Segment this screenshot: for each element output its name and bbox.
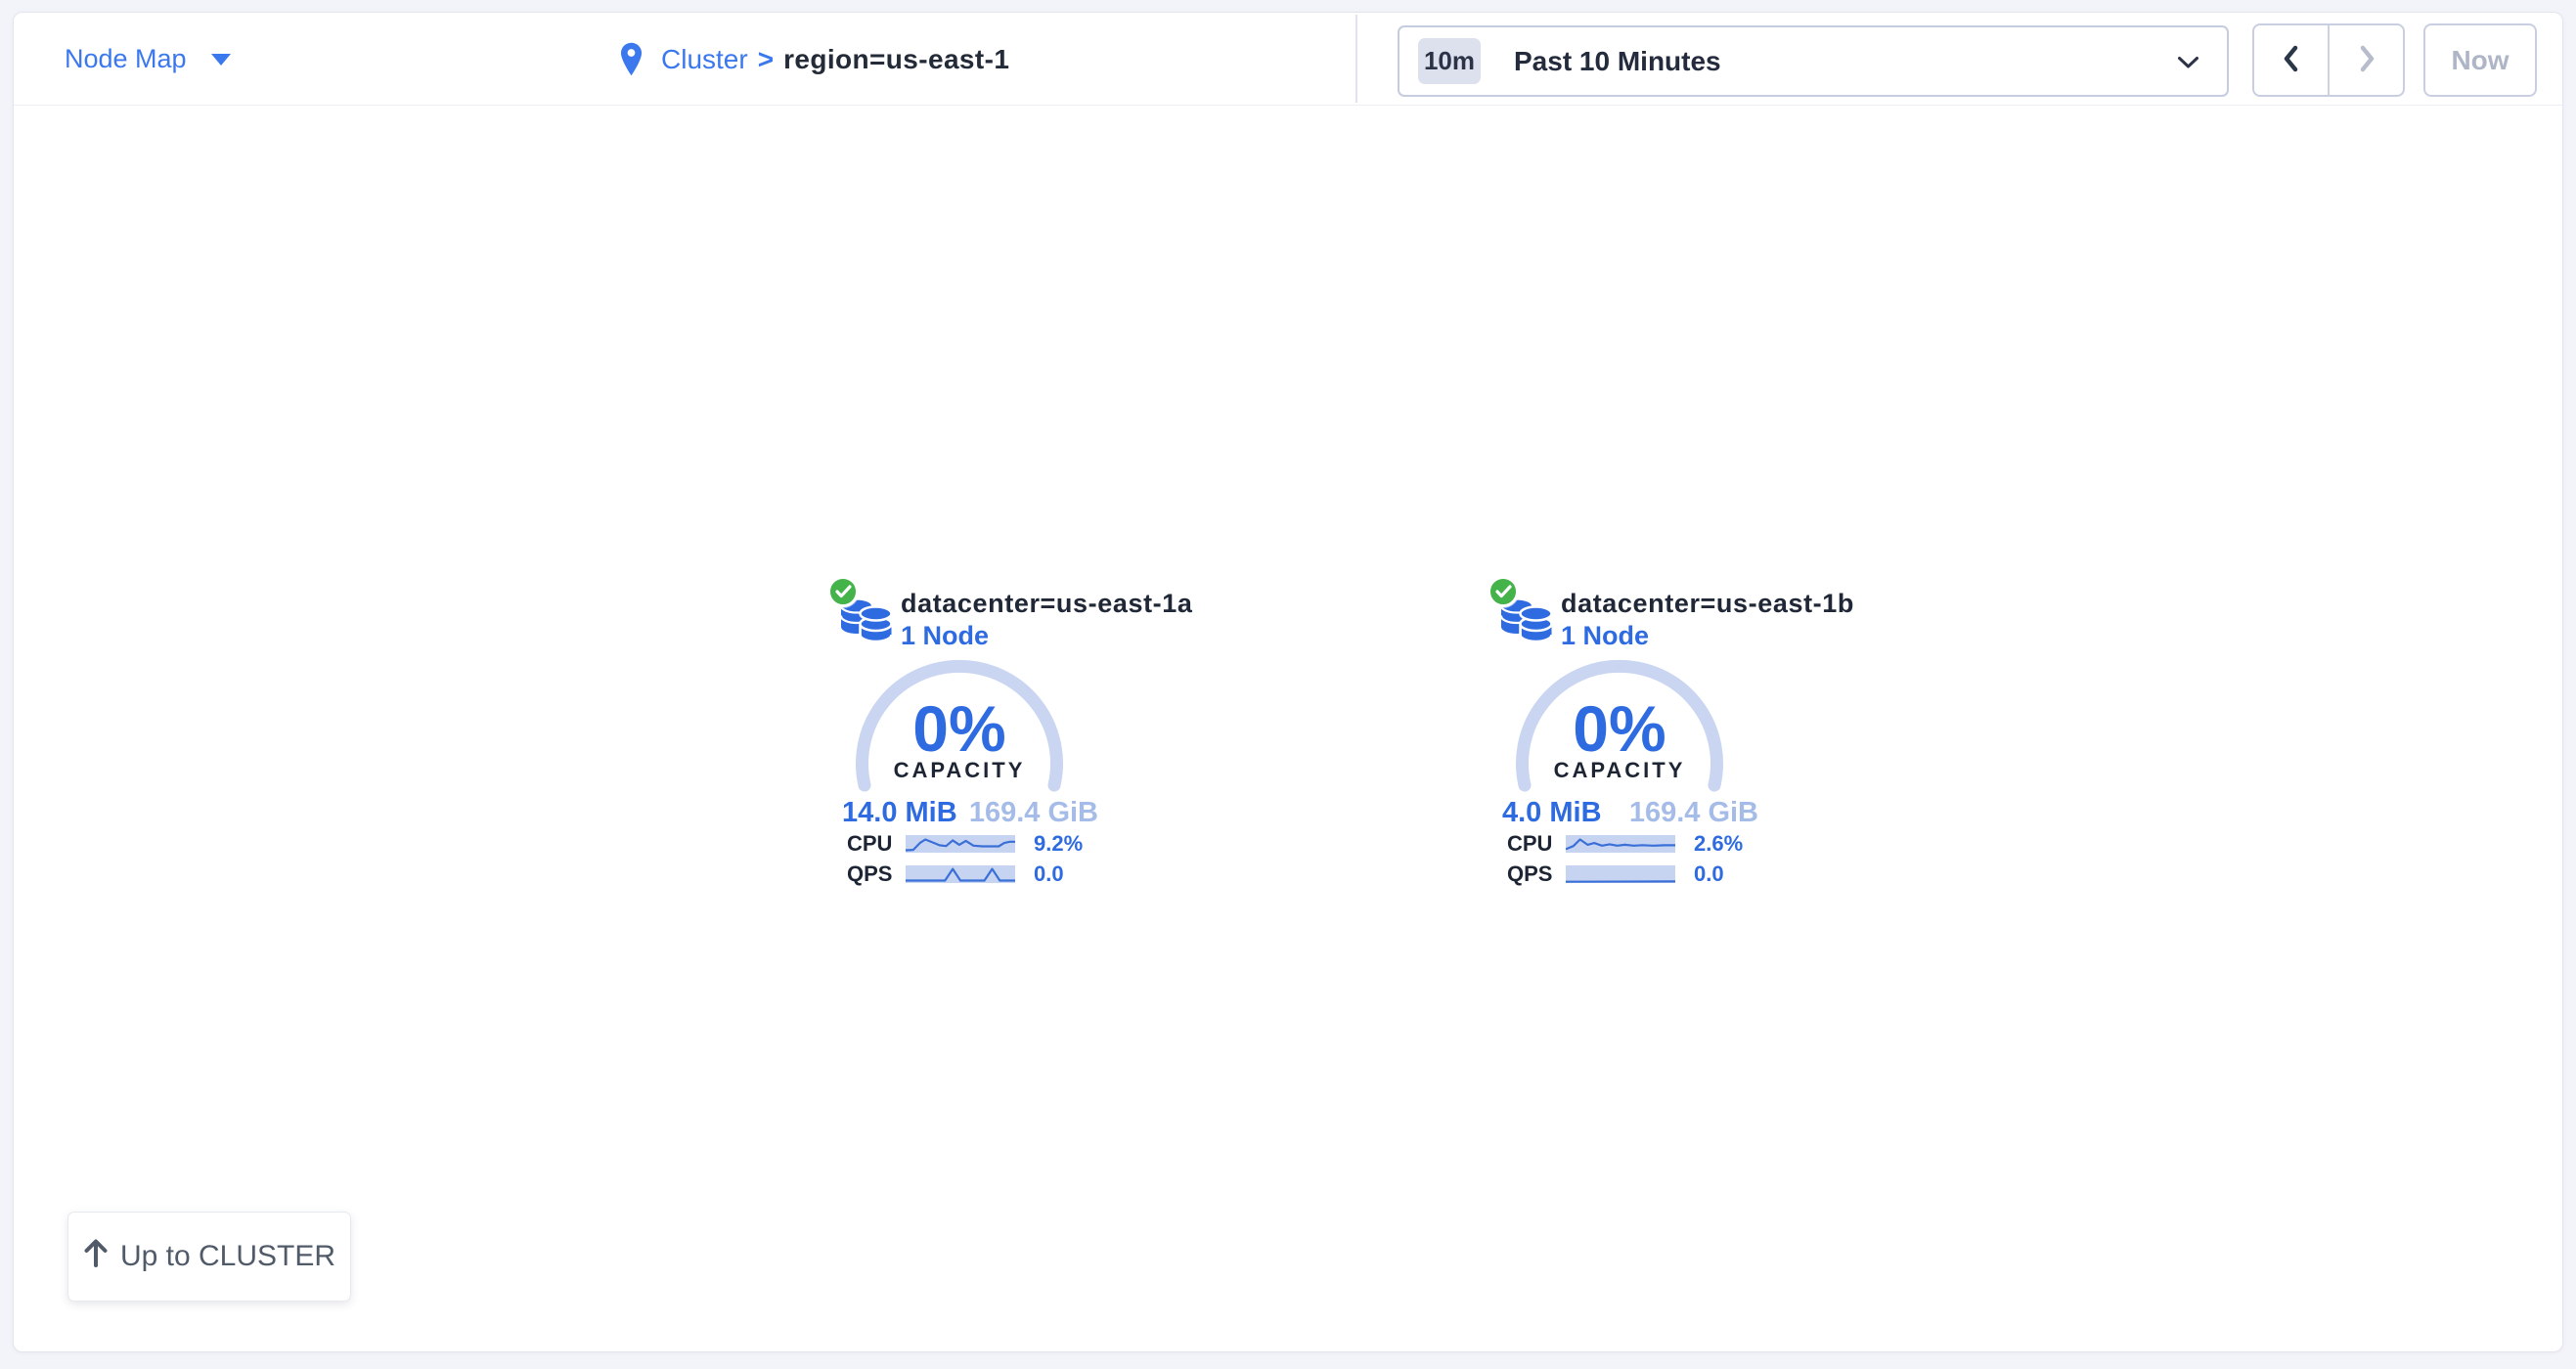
now-button[interactable]: Now [2423,23,2537,97]
capacity-used: 14.0 MiB [842,797,957,829]
locality-card-us-east-1a[interactable]: datacenter=us-east-1a 1 Node 0% CAPACITY… [822,576,1175,901]
qps-sparkline [1566,865,1675,883]
qps-metric-row: QPS 0.0 [847,864,1064,884]
locality-card-us-east-1b[interactable]: datacenter=us-east-1b 1 Node 0% CAPACITY… [1483,576,1835,901]
prev-time-button[interactable] [2254,25,2328,95]
chevron-left-icon [2279,42,2304,78]
check-circle-icon [1488,576,1519,607]
locality-title: datacenter=us-east-1b [1561,589,1854,619]
chevron-right-icon [2354,42,2379,78]
capacity-label: CAPACITY [1502,758,1737,783]
chevron-down-icon [2177,56,2199,74]
node-map-panel: Node Map Cluster > region=us-east-1 10m … [13,12,2563,1352]
time-pager [2252,23,2405,97]
header: Node Map Cluster > region=us-east-1 10m … [14,13,2562,106]
up-to-cluster-label: Up to CLUSTER [120,1240,335,1273]
check-circle-icon [827,576,859,607]
next-time-button[interactable] [2328,25,2403,95]
cpu-label: CPU [847,831,906,857]
breadcrumb-cluster-link[interactable]: Cluster [661,44,748,75]
qps-label: QPS [1507,861,1566,887]
cpu-label: CPU [1507,831,1566,857]
map-pin-icon [620,41,643,77]
capacity-values: 4.0 MiB 169.4 GiB [1502,797,1758,829]
time-range-label: Past 10 Minutes [1514,46,1721,77]
view-selector-label: Node Map [65,44,187,74]
view-selector-dropdown[interactable]: Node Map [65,13,231,106]
cpu-value: 9.2% [1034,831,1083,857]
qps-sparkline [906,865,1015,883]
qps-metric-row: QPS 0.0 [1507,864,1724,884]
breadcrumb-current: region=us-east-1 [783,44,1009,75]
cpu-sparkline [906,835,1015,853]
capacity-percent: 0% [1502,691,1737,766]
time-range-dropdown[interactable]: 10m Past 10 Minutes [1398,25,2229,97]
up-to-cluster-button[interactable]: Up to CLUSTER [67,1212,351,1302]
capacity-label: CAPACITY [842,758,1077,783]
qps-label: QPS [847,861,906,887]
capacity-total: 169.4 GiB [1629,797,1758,829]
breadcrumb: Cluster > region=us-east-1 [620,13,1009,106]
capacity-values: 14.0 MiB 169.4 GiB [842,797,1098,829]
capacity-total: 169.4 GiB [969,797,1098,829]
caret-down-icon [211,54,231,66]
locality-title: datacenter=us-east-1a [901,589,1193,619]
capacity-used: 4.0 MiB [1502,797,1602,829]
cpu-sparkline [1566,835,1675,853]
breadcrumb-separator: > [758,44,774,75]
time-range-badge: 10m [1418,38,1481,84]
header-divider [1355,15,1357,103]
cpu-metric-row: CPU 2.6% [1507,834,1743,854]
qps-value: 0.0 [1694,861,1724,887]
qps-value: 0.0 [1034,861,1064,887]
arrow-up-icon [83,1238,109,1275]
capacity-percent: 0% [842,691,1077,766]
cpu-metric-row: CPU 9.2% [847,834,1083,854]
cpu-value: 2.6% [1694,831,1743,857]
